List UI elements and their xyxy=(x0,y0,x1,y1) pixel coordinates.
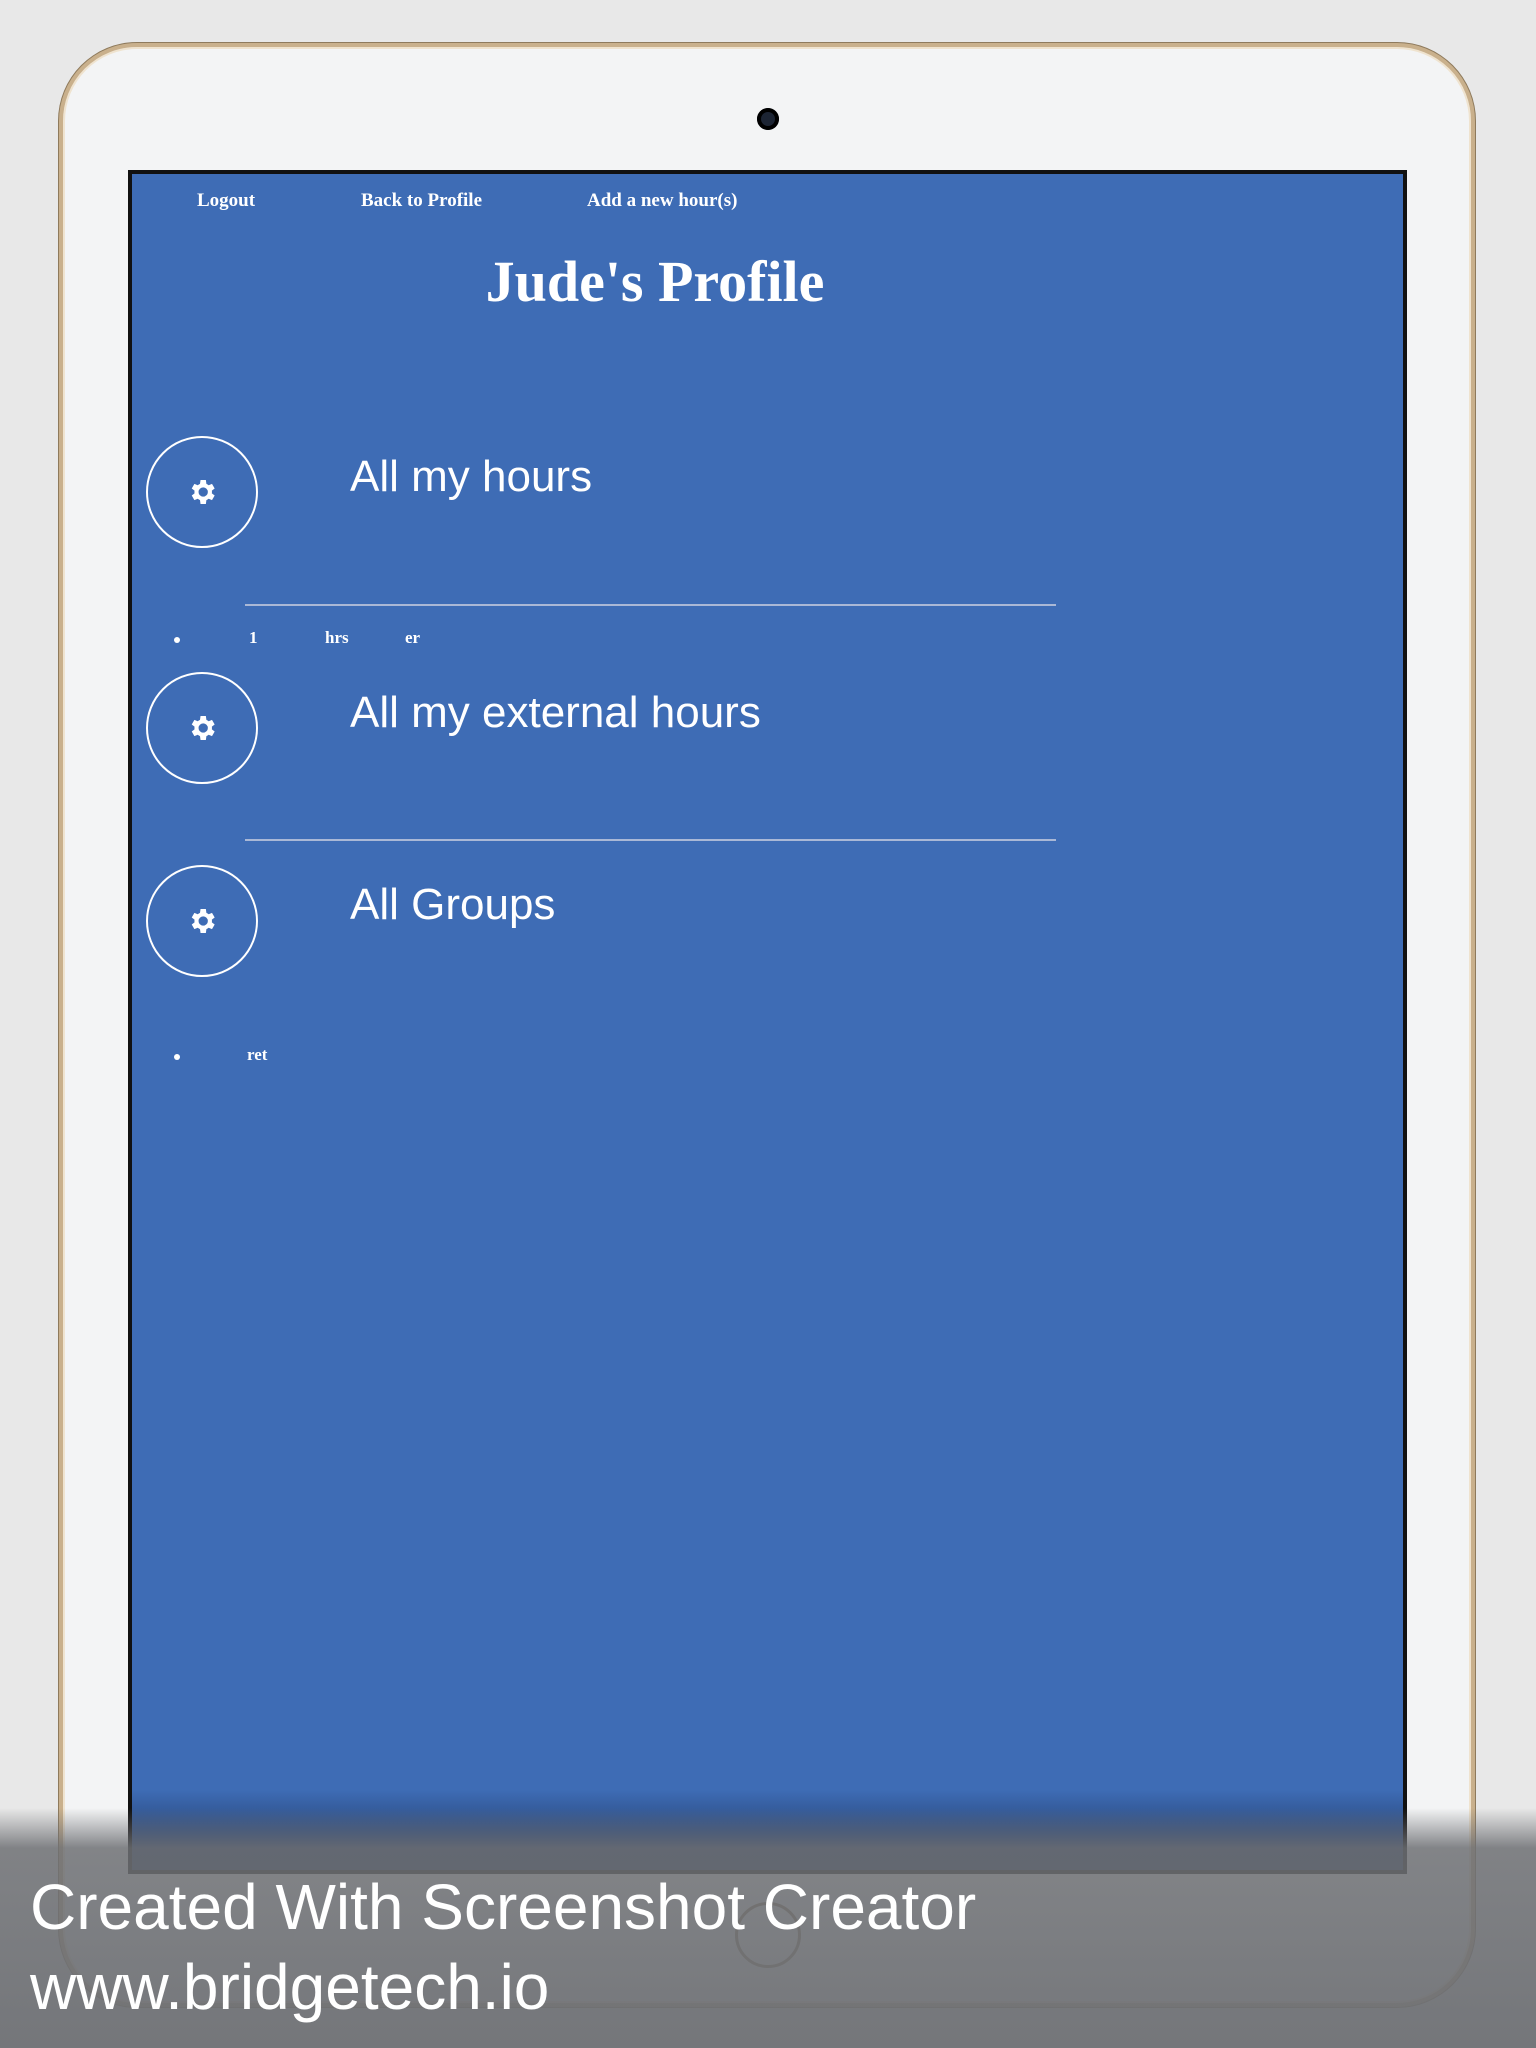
hours-note: er xyxy=(405,628,421,647)
gear-icon xyxy=(191,480,215,504)
section-divider xyxy=(245,839,1056,841)
back-to-profile-link[interactable]: Back to Profile xyxy=(361,190,482,212)
hours-unit: hrs xyxy=(325,628,349,647)
my-hours-button[interactable] xyxy=(146,436,258,548)
app-screen: Logout Back to Profile Add a new hour(s)… xyxy=(128,170,1407,1874)
external-hours-button[interactable] xyxy=(146,672,258,784)
all-groups-title[interactable]: All Groups xyxy=(350,880,555,930)
section-divider xyxy=(245,604,1056,606)
hours-value: 1 xyxy=(249,628,258,647)
add-hours-link[interactable]: Add a new hour(s) xyxy=(587,190,737,212)
all-my-hours-title[interactable]: All my hours xyxy=(350,452,592,502)
group-name: ret xyxy=(247,1045,268,1064)
list-item: ret xyxy=(132,1045,532,1069)
watermark-url: www.bridgetech.io xyxy=(30,1951,550,2023)
camera-icon xyxy=(757,108,779,130)
gear-icon xyxy=(191,909,215,933)
page-title: Jude's Profile xyxy=(485,249,825,314)
gear-icon xyxy=(191,716,215,740)
bullet-icon xyxy=(174,1054,180,1060)
groups-button[interactable] xyxy=(146,865,258,977)
all-my-external-hours-title[interactable]: All my external hours xyxy=(350,688,761,738)
watermark-title: Created With Screenshot Creator xyxy=(30,1871,977,1943)
logout-link[interactable]: Logout xyxy=(197,190,255,212)
watermark-banner: Created With Screenshot Creator www.brid… xyxy=(0,1808,1536,2048)
list-item: 1 hrs er xyxy=(132,628,532,652)
bullet-icon xyxy=(174,637,180,643)
